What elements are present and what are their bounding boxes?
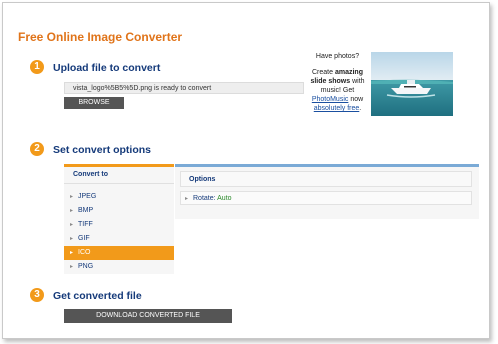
format-label: PNG: [78, 263, 94, 270]
step-3-badge: 3: [30, 288, 44, 302]
options-header: Options: [180, 171, 472, 187]
format-label: GIF: [78, 235, 90, 242]
promo-heading: Have photos?: [315, 53, 360, 60]
arrow-right-icon: ▸: [70, 250, 74, 256]
arrow-right-icon: ▸: [70, 236, 74, 242]
download-converted-file-button[interactable]: DOWNLOAD CONVERTED FILE: [64, 309, 232, 323]
format-item-png[interactable]: ▸ PNG: [64, 260, 174, 274]
promo-text-a: Create: [312, 69, 335, 76]
photomusic-link[interactable]: PhotoMusic: [312, 96, 349, 103]
format-label: BMP: [78, 207, 94, 214]
step-2-badge: 2: [30, 142, 44, 156]
format-item-gif[interactable]: ▸ GIF: [64, 232, 174, 246]
format-item-ico[interactable]: ▸ ICO: [64, 246, 174, 260]
format-label: ICO: [78, 249, 91, 256]
page-title: Free Online Image Converter: [18, 30, 183, 44]
arrow-right-icon: ▸: [70, 208, 74, 214]
format-item-tiff[interactable]: ▸ TIFF: [64, 218, 174, 232]
format-item-jpeg[interactable]: ▸ JPEG: [64, 190, 174, 204]
absolutely-free-link[interactable]: absolutely free: [314, 105, 360, 112]
file-status-field: vista_logo%5B5%5D.png is ready to conver…: [64, 82, 304, 94]
format-label: TIFF: [78, 221, 93, 228]
rotate-value[interactable]: Auto: [217, 195, 231, 202]
rotate-label: Rotate:: [193, 195, 216, 202]
options-panel: Options ▸ Rotate: Auto: [175, 164, 479, 219]
step-3-title: Get converted file: [53, 290, 142, 302]
format-item-bmp[interactable]: ▸ BMP: [64, 204, 174, 218]
browse-button[interactable]: BROWSE: [64, 97, 124, 109]
promo-text-c: now: [348, 96, 364, 103]
arrow-right-icon: ▸: [70, 264, 74, 270]
page-frame: Free Online Image Converter 1 Upload fil…: [2, 2, 490, 339]
format-label: JPEG: [78, 193, 97, 200]
step-1-title: Upload file to convert: [53, 62, 161, 74]
promo-text-d: .: [359, 105, 362, 112]
step-1-badge: 1: [30, 60, 44, 74]
format-list: ▸ JPEG ▸ BMP ▸ TIFF ▸ GIF ▸ ICO ▸ PNG: [64, 184, 174, 274]
convert-to-header: Convert to: [64, 167, 174, 184]
convert-to-panel: Convert to ▸ JPEG ▸ BMP ▸ TIFF ▸ GIF ▸ ICO ▸ P…: [64, 164, 174, 274]
promo-text: Have photos? Create amazing slide shows …: [306, 52, 369, 113]
step-2-title: Set convert options: [53, 144, 152, 156]
options-accent-bar: [175, 164, 479, 167]
arrow-right-icon: ▸: [70, 194, 74, 200]
arrow-right-icon: ▸: [70, 222, 74, 228]
promo-photo-boat: [371, 52, 453, 116]
rotate-option[interactable]: ▸ Rotate: Auto: [180, 191, 472, 205]
arrow-right-icon: ▸: [185, 196, 189, 202]
